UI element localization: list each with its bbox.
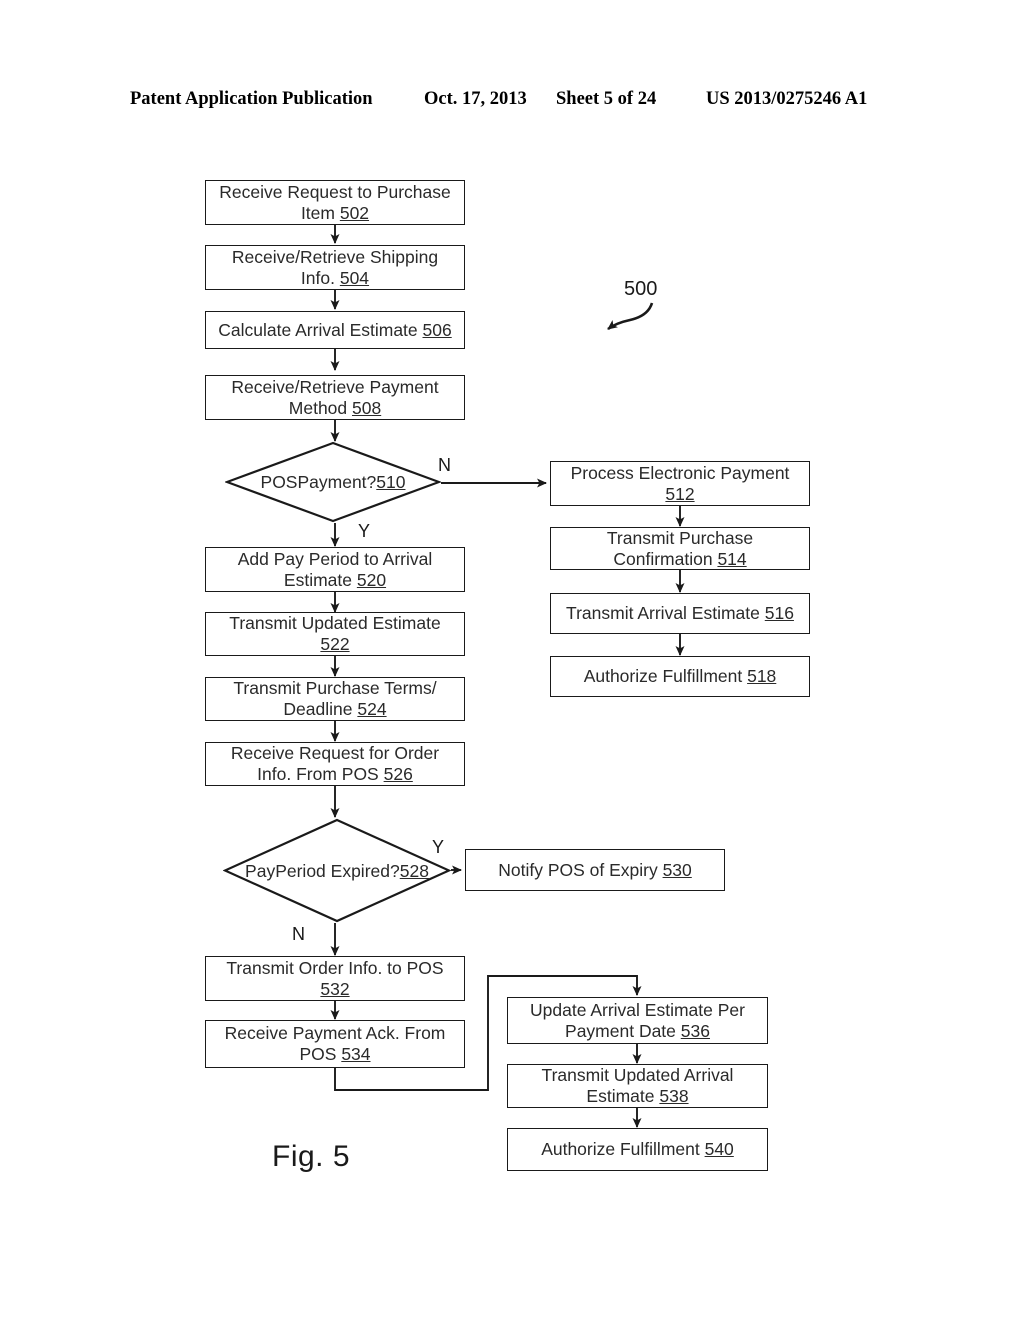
diagram-reference-number: 500 (624, 278, 658, 300)
node-522-ref: 522 (320, 634, 350, 654)
decision-528-ref: 528 (399, 860, 429, 881)
decision-528-label: Pay Period Expired? 528 (245, 860, 429, 881)
node-536-label: Update Arrival Estimate Per Payment Date … (530, 999, 745, 1041)
node-502-label: Receive Request to Purchase Item 502 (219, 181, 451, 223)
decision-pos-payment[interactable]: POS Payment? 510 (223, 441, 443, 523)
node-502-ref: 502 (339, 202, 370, 223)
node-536-ref: 536 (680, 1020, 710, 1041)
node-transmit-updated-estimate[interactable]: Transmit Updated Estimate 522 (205, 612, 465, 656)
node-538-ref: 538 (659, 1086, 689, 1106)
decision-pay-period-expired[interactable]: Pay Period Expired? 528 (222, 818, 452, 923)
flowchart-diagram: Receive Request to Purchase Item 502 Rece… (0, 0, 1024, 1320)
node-512-ref: 512 (665, 483, 695, 504)
node-504-label: Receive/Retrieve Shipping Info. 504 (231, 246, 439, 288)
branch-label-pay-period-no: N (292, 924, 305, 944)
node-514-ref: 514 (717, 548, 747, 569)
flowchart-connectors (330, 225, 685, 1128)
branch-label-pos-payment-yes: Y (358, 521, 371, 541)
node-524-label: Transmit Purchase Terms/Deadline 524 (233, 678, 437, 719)
node-526-ref: 526 (383, 764, 413, 784)
node-receive-request-for-order-info-from-pos[interactable]: Receive Request for Order Info. From POS … (205, 742, 465, 786)
node-540-label: Authorize Fulfillment 540 (541, 1139, 734, 1159)
decision-510-ref: 510 (376, 472, 406, 492)
branch-label-pos-payment-no: N (438, 455, 451, 475)
node-receive-request-to-purchase-item[interactable]: Receive Request to Purchase Item 502 (205, 180, 465, 225)
node-transmit-purchase-confirmation[interactable]: Transmit Purchase Confirmation 514 (550, 527, 810, 570)
node-508-ref: 508 (352, 397, 382, 418)
branch-label-pay-period-yes: Y (432, 837, 445, 857)
node-520-ref: 520 (356, 569, 387, 590)
node-add-pay-period-to-arrival-estimate[interactable]: Add Pay Period to Arrival Estimate 520 (205, 547, 465, 592)
node-538-label: Transmit Updated Arrival Estimate 538 (541, 1065, 734, 1106)
node-532-label: Transmit Order Info. to POS 532 (226, 957, 444, 999)
node-transmit-arrival-estimate[interactable]: Transmit Arrival Estimate 516 (550, 593, 810, 634)
node-update-arrival-estimate-per-payment-date[interactable]: Update Arrival Estimate Per Payment Date … (507, 997, 768, 1044)
node-504-ref: 504 (339, 267, 370, 288)
node-transmit-updated-arrival-estimate[interactable]: Transmit Updated Arrival Estimate 538 (507, 1064, 768, 1108)
node-receive-retrieve-payment-method[interactable]: Receive/Retrieve Payment Method 508 (205, 375, 465, 420)
node-authorize-fulfillment-518[interactable]: Authorize Fulfillment 518 (550, 656, 810, 697)
node-506-label: Calculate Arrival Estimate 506 (218, 319, 452, 340)
node-518-label: Authorize Fulfillment 518 (583, 666, 777, 686)
node-520-label: Add Pay Period to Arrival Estimate 520 (237, 548, 433, 590)
node-530-label: Notify POS of Expiry 530 (498, 859, 692, 880)
node-508-label: Receive/Retrieve Payment Method 508 (231, 376, 439, 418)
node-calculate-arrival-estimate[interactable]: Calculate Arrival Estimate 506 (205, 311, 465, 349)
node-516-ref: 516 (764, 603, 794, 623)
node-516-label: Transmit Arrival Estimate 516 (566, 603, 794, 623)
node-transmit-order-info-to-pos[interactable]: Transmit Order Info. to POS 532 (205, 956, 465, 1001)
node-532-ref: 532 (320, 978, 350, 999)
node-522-label: Transmit Updated Estimate 522 (229, 613, 441, 654)
node-514-label: Transmit Purchase Confirmation 514 (606, 527, 754, 569)
node-518-ref: 518 (747, 666, 777, 686)
decision-510-label: POS Payment? 510 (260, 472, 406, 492)
node-notify-pos-of-expiry[interactable]: Notify POS of Expiry 530 (465, 849, 725, 891)
node-530-ref: 530 (662, 859, 692, 880)
node-534-label: Receive Payment Ack. From POS 534 (224, 1023, 446, 1064)
node-transmit-purchase-terms-deadline[interactable]: Transmit Purchase Terms/Deadline 524 (205, 677, 465, 721)
node-526-label: Receive Request for Order Info. From POS … (230, 743, 440, 784)
node-receive-retrieve-shipping-info[interactable]: Receive/Retrieve Shipping Info. 504 (205, 245, 465, 290)
figure-caption: Fig. 5 (272, 1140, 351, 1173)
node-authorize-fulfillment-540[interactable]: Authorize Fulfillment 540 (507, 1128, 768, 1171)
node-506-ref: 506 (422, 319, 452, 340)
node-534-ref: 534 (341, 1044, 371, 1064)
node-process-electronic-payment[interactable]: Process Electronic Payment 512 (550, 461, 810, 506)
node-524-ref: 524 (357, 699, 387, 719)
node-receive-payment-ack-from-pos[interactable]: Receive Payment Ack. From POS 534 (205, 1020, 465, 1068)
node-512-label: Process Electronic Payment 512 (570, 462, 790, 504)
node-540-ref: 540 (704, 1139, 734, 1159)
